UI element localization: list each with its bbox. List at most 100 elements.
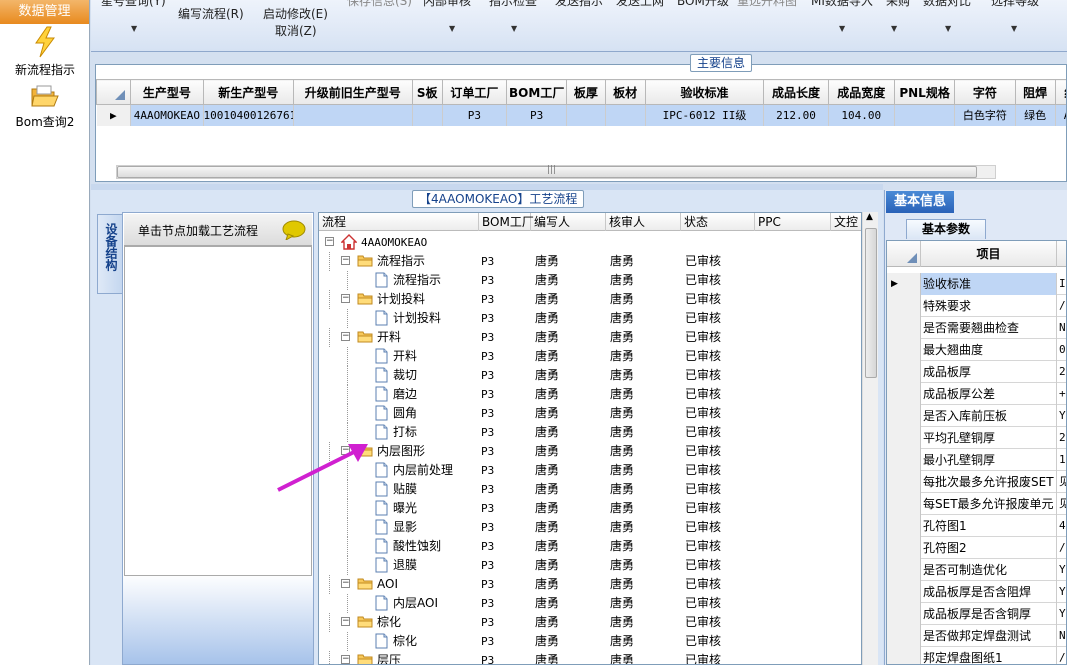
row-selector[interactable] bbox=[887, 515, 921, 537]
grade-menu[interactable]: 选择等级 bbox=[991, 0, 1039, 9]
nav-header[interactable]: 数据管理 bbox=[0, 0, 89, 24]
param-value[interactable]: / bbox=[1057, 537, 1066, 559]
load-flow-button[interactable]: 单击节点加载工艺流程 bbox=[124, 214, 312, 246]
row-selector[interactable] bbox=[887, 603, 921, 625]
send-online-button[interactable]: 发送上网 bbox=[616, 0, 664, 9]
corner-header[interactable] bbox=[887, 241, 921, 267]
row-selector[interactable] bbox=[887, 339, 921, 361]
param-value[interactable]: 0. bbox=[1057, 339, 1066, 361]
cell[interactable] bbox=[293, 104, 413, 126]
param-row[interactable]: 是否可制造优化 Y bbox=[887, 559, 1066, 581]
send-instruction-button[interactable]: 发送指示 bbox=[555, 0, 603, 9]
param-value[interactable]: 见 bbox=[1057, 493, 1066, 515]
param-row[interactable]: 是否需要翘曲检查 N bbox=[887, 317, 1066, 339]
tree-folder-row[interactable]: − 内层图形 P3 唐勇 唐勇 已审核 bbox=[319, 442, 861, 461]
tree-node-row[interactable]: 贴膜 P3 唐勇 唐勇 已审核 bbox=[319, 480, 861, 499]
param-row[interactable]: 是否做邦定焊盘测试 N bbox=[887, 625, 1066, 647]
check-menu[interactable]: 指示检查 bbox=[489, 0, 537, 9]
col-header[interactable]: PPC bbox=[755, 213, 831, 231]
tree-node-row[interactable]: 裁切 P3 唐勇 唐勇 已审核 bbox=[319, 366, 861, 385]
tree-node-row[interactable]: 显影 P3 唐勇 唐勇 已审核 bbox=[319, 518, 861, 537]
internal-review-menu[interactable]: 内部审核 bbox=[423, 0, 471, 9]
col-header[interactable]: 订单工厂 bbox=[441, 79, 508, 105]
tree-folder-row[interactable]: − AOI P3 唐勇 唐勇 已审核 bbox=[319, 575, 861, 594]
query-menu[interactable]: 星号查询(Y) bbox=[101, 0, 166, 9]
row-selector[interactable] bbox=[887, 581, 921, 603]
tree-node-row[interactable]: 流程指示 P3 唐勇 唐勇 已审核 bbox=[319, 271, 861, 290]
table-row[interactable]: ▶ 4AAOMOKEAO 10010400126761 P3 P3 IPC-60… bbox=[96, 104, 1066, 126]
tree-node-row[interactable]: 磨边 P3 唐勇 唐勇 已审核 bbox=[319, 385, 861, 404]
col-header[interactable]: 成品宽度 bbox=[827, 79, 895, 105]
tree-folder-row[interactable]: − 开料 P3 唐勇 唐勇 已审核 bbox=[319, 328, 861, 347]
row-selector[interactable] bbox=[887, 295, 921, 317]
tree-folder-row[interactable]: − 棕化 P3 唐勇 唐勇 已审核 bbox=[319, 613, 861, 632]
row-selector[interactable] bbox=[887, 449, 921, 471]
row-selector[interactable] bbox=[887, 537, 921, 559]
col-header[interactable]: 字符 bbox=[954, 79, 1016, 105]
param-value[interactable]: 20 bbox=[1057, 427, 1066, 449]
param-value[interactable]: Y bbox=[1057, 559, 1066, 581]
collapse-icon[interactable]: − bbox=[341, 256, 350, 265]
cell[interactable]: 4AAOMOKEAO bbox=[130, 104, 204, 126]
param-row[interactable]: 成品板厚2. bbox=[887, 361, 1066, 383]
cell[interactable]: IPC-6012 II级 bbox=[645, 104, 765, 126]
row-selector[interactable] bbox=[887, 493, 921, 515]
tree-folder-row[interactable]: − 层压 P3 唐勇 唐勇 已审核 bbox=[319, 651, 861, 664]
param-value[interactable]: 4A bbox=[1057, 515, 1066, 537]
collapse-icon[interactable]: − bbox=[341, 294, 350, 303]
mi-import-menu[interactable]: MI数据导入 bbox=[811, 0, 873, 9]
purchase-menu[interactable]: 采购 bbox=[886, 0, 910, 9]
param-row[interactable]: ▶验收标准IP bbox=[887, 273, 1066, 295]
row-selector[interactable] bbox=[887, 559, 921, 581]
row-selector[interactable] bbox=[887, 361, 921, 383]
nav-item-new-flow[interactable]: 新流程指示 bbox=[0, 26, 90, 78]
param-row[interactable]: 成品板厚公差+/ bbox=[887, 383, 1066, 405]
col-header[interactable]: 板材 bbox=[604, 79, 646, 105]
param-value[interactable]: N bbox=[1057, 317, 1066, 339]
row-selector[interactable] bbox=[887, 427, 921, 449]
row-selector[interactable] bbox=[887, 317, 921, 339]
cell[interactable]: 绿色 bbox=[1015, 104, 1056, 126]
col-header[interactable]: 文控 bbox=[831, 213, 861, 231]
tab-equipment-structure[interactable]: 设备结构 bbox=[97, 214, 123, 294]
col-header[interactable]: BOM工厂 bbox=[479, 213, 534, 231]
param-row[interactable]: 成品板厚是否含阻焊 Y bbox=[887, 581, 1066, 603]
param-row[interactable]: 是否入库前压板 Y bbox=[887, 405, 1066, 427]
tree-node-row[interactable]: 圆角 P3 唐勇 唐勇 已审核 bbox=[319, 404, 861, 423]
param-row[interactable]: 最小孔壁铜厚18 bbox=[887, 449, 1066, 471]
col-header[interactable]: 板厚 bbox=[566, 79, 606, 105]
param-value[interactable]: +/ bbox=[1057, 383, 1066, 405]
nav-item-bom-query[interactable]: Bom查询2 bbox=[0, 84, 90, 130]
tab-basic-info[interactable]: 基本信息 bbox=[886, 191, 954, 213]
collapse-icon[interactable]: − bbox=[341, 332, 350, 341]
param-value[interactable]: 见 bbox=[1057, 471, 1066, 493]
row-selector[interactable] bbox=[887, 471, 921, 493]
row-selector[interactable]: ▶ bbox=[887, 273, 921, 295]
row-selector[interactable] bbox=[887, 647, 921, 664]
col-header[interactable]: 流程 bbox=[319, 213, 479, 231]
cell[interactable] bbox=[412, 104, 443, 126]
param-row[interactable]: 孔符图14A bbox=[887, 515, 1066, 537]
col-header[interactable]: 成品长度 bbox=[763, 79, 829, 105]
col-header[interactable]: 升级前旧生产型号 bbox=[292, 79, 413, 105]
param-row[interactable]: 特殊要求 / bbox=[887, 295, 1066, 317]
col-header[interactable]: 结 bbox=[1054, 79, 1066, 105]
tree-node-row[interactable]: 开料 P3 唐勇 唐勇 已审核 bbox=[319, 347, 861, 366]
param-value[interactable]: / bbox=[1057, 295, 1066, 317]
row-selector[interactable] bbox=[887, 625, 921, 647]
param-row[interactable]: 每SET最多允许报废单元见 bbox=[887, 493, 1066, 515]
col-header[interactable]: 生产型号 bbox=[130, 79, 204, 105]
param-value[interactable]: / bbox=[1057, 647, 1066, 664]
col-header[interactable]: PNL规格 bbox=[893, 79, 956, 105]
cell[interactable]: P3 bbox=[506, 104, 568, 126]
collapse-icon[interactable]: − bbox=[341, 655, 350, 664]
param-row[interactable]: 平均孔壁铜厚20 bbox=[887, 427, 1066, 449]
col-header[interactable]: S板 bbox=[411, 79, 443, 105]
cell[interactable] bbox=[566, 104, 606, 126]
cell[interactable]: 10010400126761 bbox=[203, 104, 294, 126]
corner-header[interactable] bbox=[96, 79, 132, 105]
collapse-icon[interactable]: − bbox=[341, 579, 350, 588]
tree-node-row[interactable]: 内层前处理 P3 唐勇 唐勇 已审核 bbox=[319, 461, 861, 480]
param-value[interactable]: N bbox=[1057, 625, 1066, 647]
tree-node-row[interactable]: 计划投料 P3 唐勇 唐勇 已审核 bbox=[319, 309, 861, 328]
